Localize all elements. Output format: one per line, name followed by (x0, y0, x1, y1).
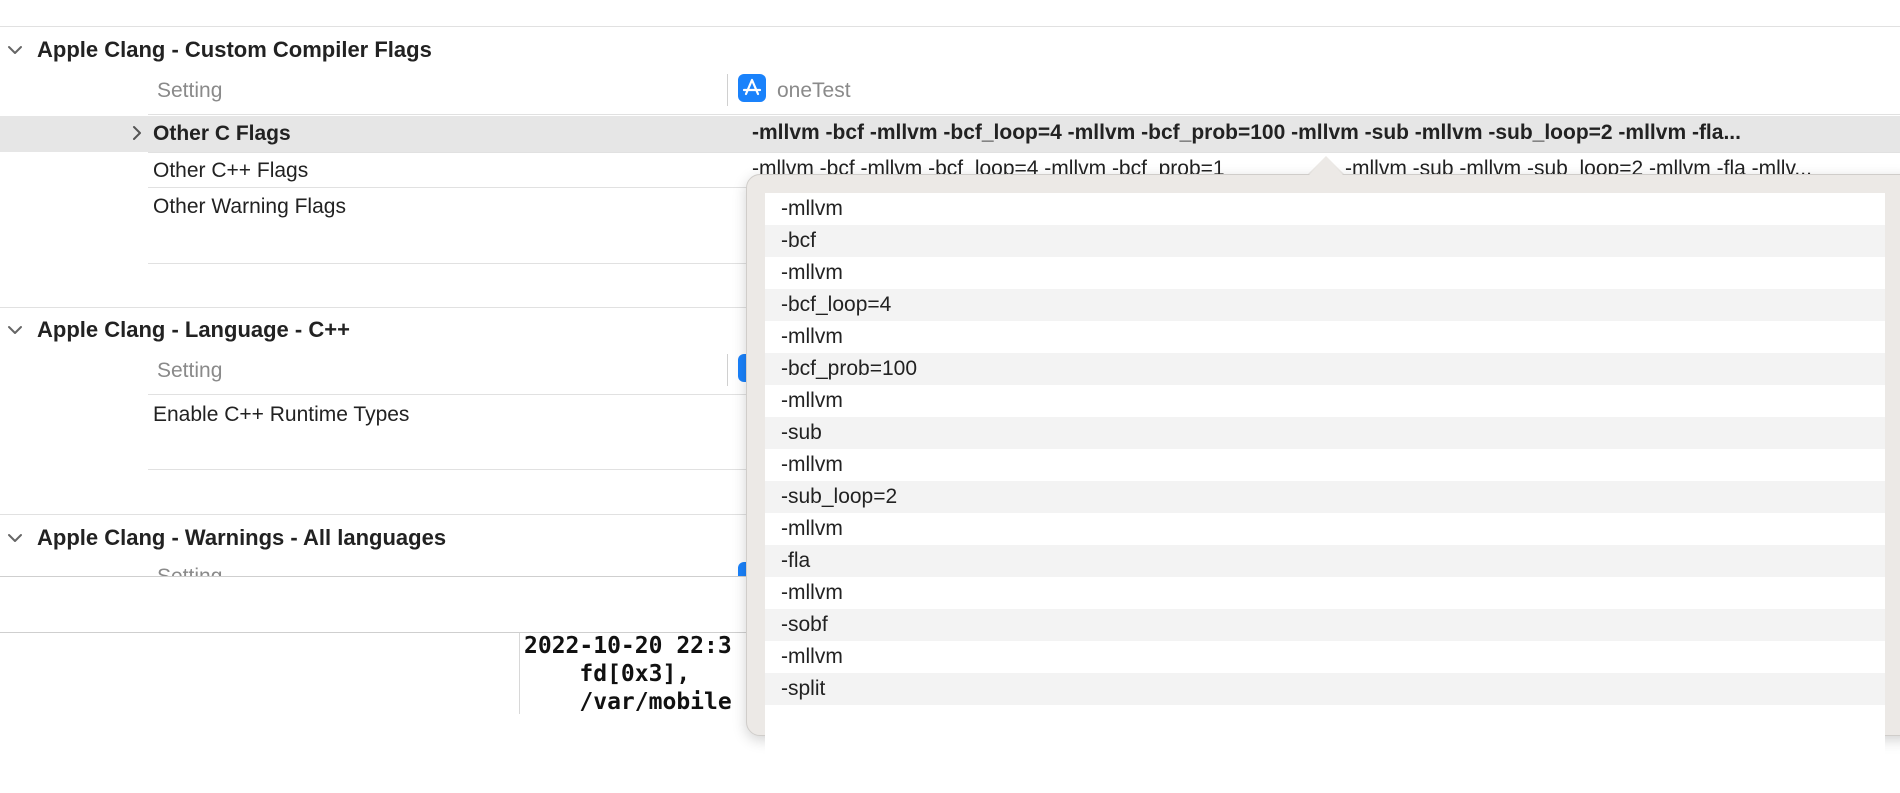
target-column-header[interactable]: oneTest (777, 79, 851, 103)
flag-item[interactable]: -mllvm (765, 577, 1885, 609)
section-clip: Setting (148, 562, 728, 576)
app-store-icon (738, 74, 766, 102)
chevron-right-icon[interactable] (128, 124, 146, 142)
header-divider (148, 114, 1900, 115)
setting-column-header: Setting (157, 79, 223, 102)
section-title-language-cpp[interactable]: Apple Clang - Language - C++ (37, 317, 350, 343)
section-title-custom-compiler-flags[interactable]: Apple Clang - Custom Compiler Flags (37, 37, 432, 63)
flag-item[interactable]: -mllvm (765, 449, 1885, 481)
flag-item[interactable]: -sub_loop=2 (765, 481, 1885, 513)
flag-item[interactable]: -bcf (765, 225, 1885, 257)
chevron-down-icon[interactable] (6, 529, 24, 547)
column-divider (727, 74, 728, 106)
setting-enable-cpp-runtime-types[interactable]: Enable C++ Runtime Types (153, 403, 409, 427)
flag-item[interactable]: -split (765, 673, 1885, 705)
flag-item[interactable]: -mllvm (765, 641, 1885, 673)
editor-bottom-border (0, 576, 750, 577)
console-line-2: fd[0x3], (524, 661, 691, 687)
flag-item[interactable]: -mllvm (765, 257, 1885, 289)
flag-item[interactable]: -bcf_loop=4 (765, 289, 1885, 321)
section-title-warnings-all-languages[interactable]: Apple Clang - Warnings - All languages (37, 525, 446, 551)
flag-item[interactable]: -mllvm (765, 193, 1885, 225)
console-line-3: /var/mobile (524, 689, 732, 715)
flag-item[interactable]: -mllvm (765, 513, 1885, 545)
top-divider (0, 26, 1900, 27)
row-divider (148, 469, 748, 470)
setting-other-cpp-flags[interactable]: Other C++ Flags (153, 159, 308, 183)
setting-column-header: Setting (157, 359, 223, 382)
chevron-down-icon[interactable] (6, 321, 24, 339)
console-line-1: 2022-10-20 22:3 (524, 633, 732, 659)
row-divider (148, 152, 1900, 153)
flags-popover[interactable]: -mllvm -bcf -mllvm -bcf_loop=4 -mllvm -bcf_pr… (746, 174, 1900, 793)
flag-item[interactable]: -mllvm (765, 321, 1885, 353)
setting-other-c-flags[interactable]: Other C Flags (153, 122, 291, 146)
flag-item[interactable]: -bcf_prob=100 (765, 353, 1885, 385)
chevron-down-icon[interactable] (6, 41, 24, 59)
console-divider (519, 633, 520, 714)
flag-item[interactable]: -mllvm (765, 385, 1885, 417)
setting-column-header: Setting (157, 565, 222, 576)
flag-item[interactable]: -sub (765, 417, 1885, 449)
flag-item[interactable]: -fla (765, 545, 1885, 577)
popover-arrow (1308, 158, 1344, 176)
column-divider (727, 354, 728, 386)
flag-item[interactable]: -sobf (765, 609, 1885, 641)
flags-list[interactable]: -mllvm -bcf -mllvm -bcf_loop=4 -mllvm -bcf_pr… (765, 193, 1885, 793)
header-divider (148, 394, 748, 395)
value-other-c-flags[interactable]: -mllvm -bcf -mllvm -bcf_loop=4 -mllvm -b… (752, 121, 1896, 145)
setting-other-warning-flags[interactable]: Other Warning Flags (153, 195, 346, 219)
section-divider (0, 514, 750, 515)
